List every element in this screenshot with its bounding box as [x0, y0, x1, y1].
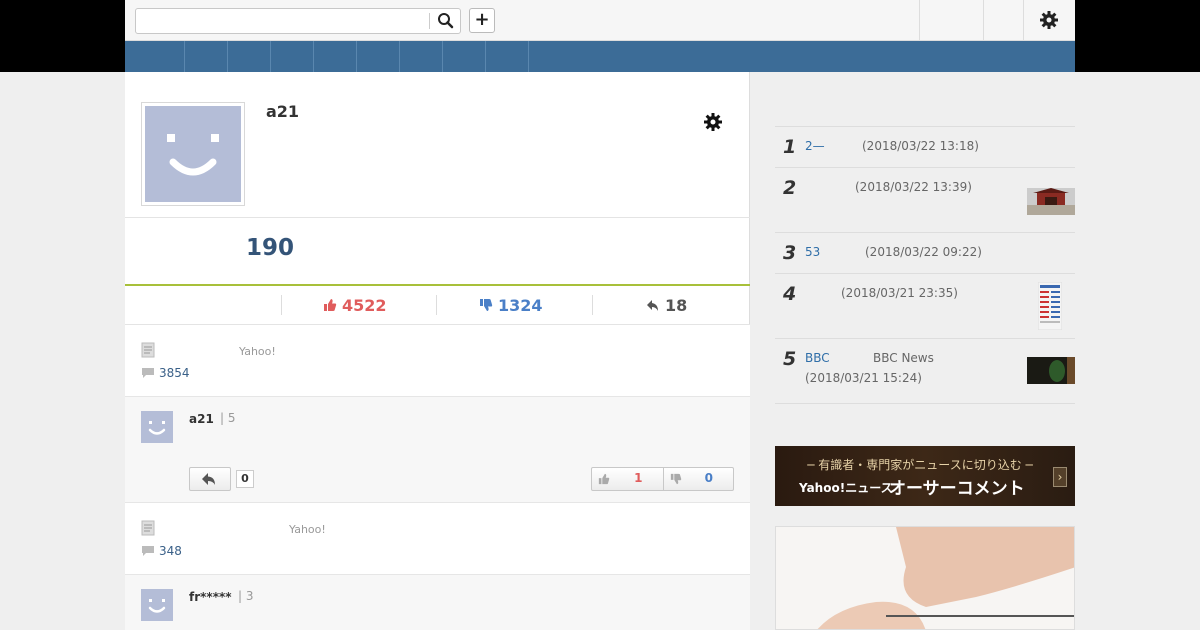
ad-image — [776, 527, 1074, 629]
profile-avatar — [141, 102, 245, 206]
profile-main: a21 190 4522 1324 18 Yahoo! 3854 a21 | 5… — [125, 72, 750, 630]
advertisement[interactable] — [775, 526, 1075, 630]
ranking-item[interactable]: 5 BBC BBC News (2018/03/21 15:24) — [775, 339, 1075, 404]
nav-item[interactable] — [486, 41, 529, 72]
comment-icon — [142, 546, 154, 556]
article-thumbnail — [1027, 357, 1075, 384]
ranking-time: (2018/03/21 23:35) — [841, 286, 958, 300]
reply-count: 0 — [236, 470, 254, 488]
ranking-time: (2018/03/22 13:39) — [855, 180, 972, 194]
reply-icon — [647, 300, 658, 311]
comment-meta: | 5 — [220, 411, 236, 425]
ranking-item[interactable]: 3 53 (2018/03/22 09:22) — [775, 233, 1075, 274]
nav-item[interactable] — [271, 41, 314, 72]
nav-item[interactable] — [400, 41, 443, 72]
search-box — [135, 8, 461, 34]
ranking-link[interactable]: BBC — [805, 351, 830, 365]
ranking-time: (2018/03/22 13:18) — [862, 139, 979, 153]
dislikes-stat: 1324 — [479, 295, 543, 315]
comment-item: a21 | 5 0 1 0 — [125, 396, 750, 503]
nav-item[interactable] — [125, 41, 185, 72]
avatar — [141, 589, 173, 621]
thumbs-down-icon — [670, 473, 681, 485]
avatar-face-icon — [167, 134, 219, 176]
thumbs-up-icon — [598, 473, 610, 485]
comment-icon — [142, 368, 154, 378]
avatar-face-icon — [148, 421, 166, 435]
search-input[interactable] — [136, 9, 428, 33]
ranking-item[interactable]: 4 (2018/03/21 23:35) — [775, 274, 1075, 339]
site-header: + — [125, 0, 1075, 41]
search-icon — [438, 13, 454, 29]
profile-name: a21 — [266, 102, 300, 121]
thumbs-up-icon — [324, 299, 337, 311]
settings-gear-icon[interactable] — [1039, 10, 1059, 30]
nav-item[interactable] — [357, 41, 400, 72]
comment-user[interactable]: a21 — [189, 412, 214, 426]
ranking-item[interactable]: 1 2— (2018/03/22 13:18) — [775, 127, 1075, 168]
ranking-time: (2018/03/21 15:24) — [805, 371, 922, 385]
nav-item[interactable] — [314, 41, 357, 72]
document-icon — [141, 520, 155, 536]
reply-button[interactable] — [189, 467, 231, 491]
article-item[interactable]: Yahoo! 3854 — [125, 325, 750, 396]
accent-line — [125, 284, 750, 286]
replies-stat: 18 — [646, 295, 687, 315]
ranking-list: 1 2— (2018/03/22 13:18) 2 (2018/03/22 13… — [775, 126, 1075, 404]
dislike-button[interactable]: 0 — [662, 468, 734, 490]
ranking-link[interactable]: 2— — [805, 139, 825, 153]
article-source: Yahoo! — [239, 345, 276, 358]
profile-score: 190 — [246, 235, 295, 261]
add-button[interactable]: + — [469, 8, 495, 33]
profile-settings-gear-icon[interactable] — [703, 112, 723, 132]
article-source: Yahoo! — [289, 523, 326, 536]
author-comment-banner[interactable]: ─ 有識者・専門家がニュースに切り込む ─ Yahoo!ニュース オーサーコメン… — [775, 446, 1075, 506]
comment-meta: | 3 — [238, 589, 254, 603]
ranking-link[interactable]: 53 — [805, 245, 820, 259]
chevron-right-icon[interactable]: › — [1053, 467, 1067, 487]
avatar-face-icon — [148, 599, 166, 613]
ranking-source: BBC News — [873, 351, 934, 365]
search-button[interactable] — [435, 11, 457, 31]
like-button[interactable]: 1 — [592, 468, 663, 490]
reply-icon — [202, 473, 215, 485]
article-thumbnail — [1038, 282, 1062, 330]
article-thumbnail — [1027, 188, 1075, 215]
ranking-time: (2018/03/22 09:22) — [865, 245, 982, 259]
nav-item[interactable] — [443, 41, 486, 72]
likes-stat: 4522 — [323, 295, 387, 315]
comment-count[interactable]: 3854 — [141, 366, 190, 380]
nav-bar — [125, 41, 1075, 72]
comment-count[interactable]: 348 — [141, 544, 182, 558]
document-icon — [141, 342, 155, 358]
comment-item: fr***** | 3 — [125, 574, 750, 630]
nav-item[interactable] — [228, 41, 271, 72]
avatar — [141, 411, 173, 443]
ranking-item[interactable]: 2 (2018/03/22 13:39) — [775, 168, 1075, 233]
thumbs-down-icon — [480, 299, 493, 311]
comment-user[interactable]: fr***** — [189, 590, 232, 604]
nav-item[interactable] — [185, 41, 228, 72]
article-item[interactable]: Yahoo! 348 — [125, 503, 750, 574]
vote-group: 1 0 — [591, 467, 734, 491]
